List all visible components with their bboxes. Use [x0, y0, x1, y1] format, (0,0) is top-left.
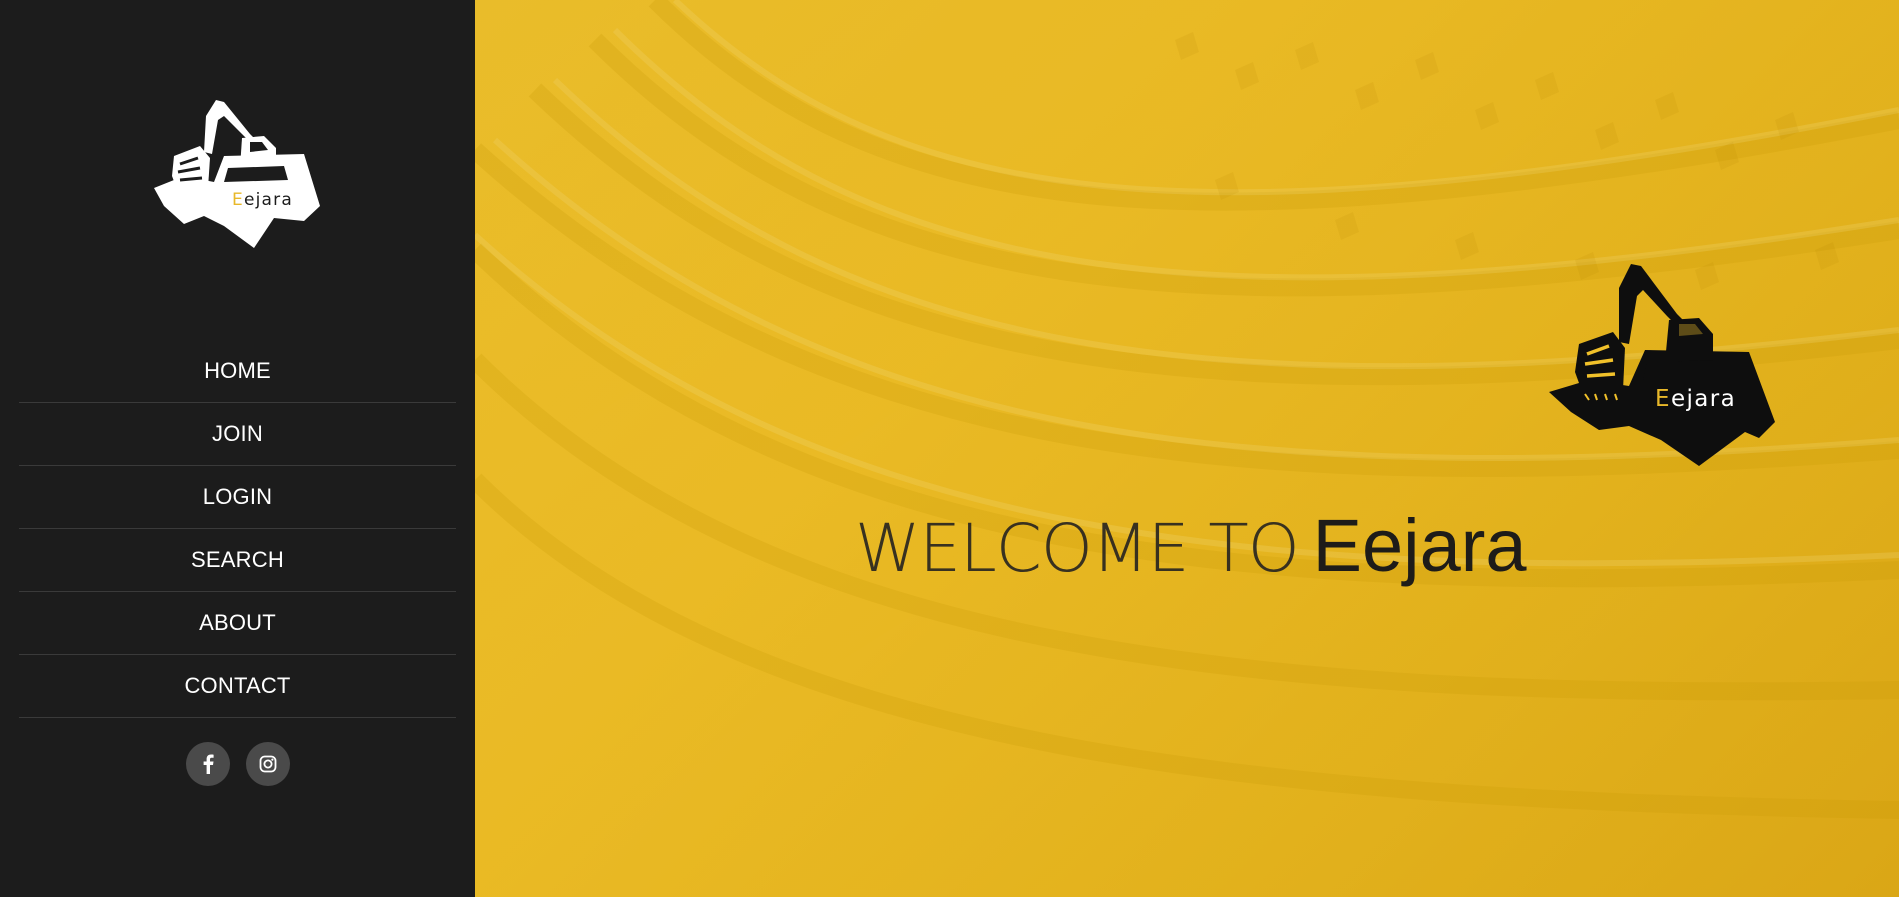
hero-section: Eejara WELCOME TO Eejara [475, 0, 1899, 897]
hero-title: WELCOME TO Eejara [475, 503, 1899, 588]
hero-title-brand: Eejara [1312, 504, 1527, 587]
sidebar-logo[interactable]: Eejara [154, 96, 320, 248]
svg-text:Eejara: Eejara [232, 190, 293, 210]
instagram-button[interactable] [245, 742, 290, 786]
hero-logo: Eejara [1549, 264, 1775, 466]
hero-logo-initial: E [1655, 386, 1671, 412]
main-nav: HOME JOIN LOGIN SEARCH ABOUT CONTACT [19, 340, 456, 718]
nav-item-search[interactable]: SEARCH [19, 529, 456, 592]
instagram-icon [259, 755, 276, 773]
excavator-logo-icon [154, 100, 320, 248]
facebook-button[interactable] [185, 742, 230, 786]
facebook-icon [203, 754, 214, 774]
logo-initial: E [232, 190, 244, 210]
page: Eejara HOME JOIN LOGIN SEARCH ABOUT CONT… [0, 0, 1899, 897]
nav-item-home[interactable]: HOME [19, 340, 456, 403]
logo-text: ejara [244, 190, 293, 210]
nav-item-contact[interactable]: CONTACT [19, 655, 456, 718]
hero-title-welcome: WELCOME TO [855, 510, 1300, 587]
sidebar: Eejara HOME JOIN LOGIN SEARCH ABOUT CONT… [0, 0, 475, 897]
nav-item-login[interactable]: LOGIN [19, 466, 456, 529]
svg-text:Eejara: Eejara [1655, 386, 1736, 412]
social-links [0, 742, 475, 786]
hero-logo-text: ejara [1671, 386, 1736, 412]
nav-item-about[interactable]: ABOUT [19, 592, 456, 655]
excavator-logo-icon [1549, 264, 1775, 466]
nav-item-join[interactable]: JOIN [19, 403, 456, 466]
